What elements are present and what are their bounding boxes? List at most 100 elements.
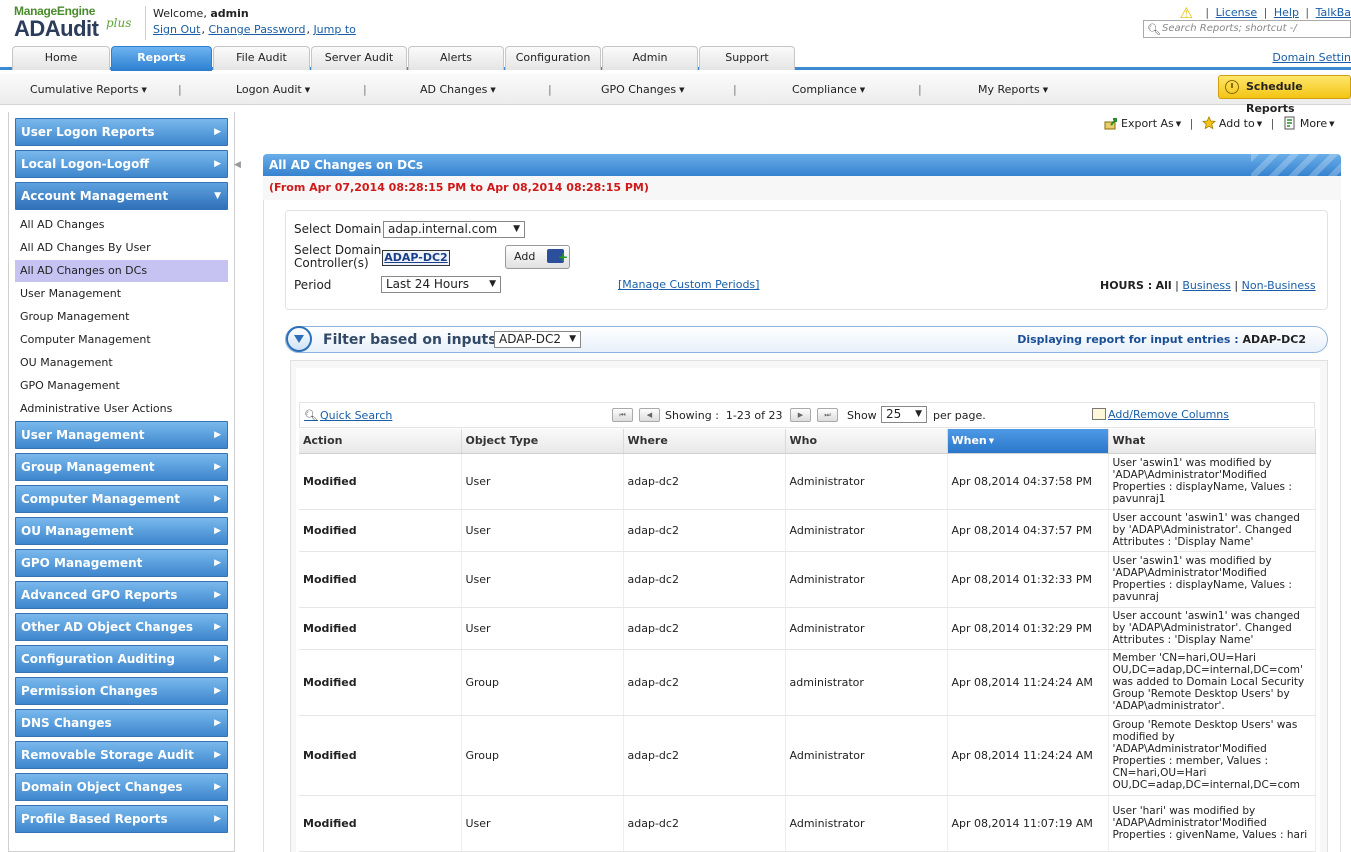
sidebar-section-profile-based-reports[interactable]: Profile Based Reports ▶ (15, 805, 228, 833)
hours-label: HOURS : (1100, 279, 1153, 292)
sidebar-section-other-ad-object-changes[interactable]: Other AD Object Changes ▶ (15, 613, 228, 641)
column-header-what[interactable]: What (1108, 429, 1316, 454)
manage-custom-periods-link[interactable]: [Manage Custom Periods] (618, 278, 759, 291)
sidebar-section-group-management[interactable]: Group Management ▶ (15, 453, 228, 481)
prev-page-button[interactable]: ◀ (639, 408, 660, 422)
sidebar-section-user-management[interactable]: User Management ▶ (15, 421, 228, 449)
tab-admin[interactable]: Admin (602, 46, 698, 70)
column-header-where[interactable]: Where (623, 429, 786, 454)
quick-search-link[interactable]: 🔍︎ Quick Search (304, 409, 392, 422)
sidebar-item-all-ad-changes-on-dcs[interactable]: All AD Changes on DCs (15, 260, 228, 282)
sidebar-item-all-ad-changes[interactable]: All AD Changes (15, 214, 228, 236)
column-header-action[interactable]: Action (299, 429, 462, 454)
sidebar-section-label: GPO Management (21, 556, 143, 570)
sidebar-item-group-management[interactable]: Group Management (15, 306, 228, 328)
sidebar-item-user-management[interactable]: User Management (15, 283, 228, 305)
filter-input-select[interactable]: ADAP-DC2 ▼ (494, 331, 581, 348)
table-row[interactable]: Modified Group adap-dc2 administrator Ap… (299, 649, 1316, 716)
add-remove-columns-link[interactable]: Add/Remove Columns (1092, 408, 1229, 421)
sidebar-item-administrative-user-actions[interactable]: Administrative User Actions (15, 398, 228, 420)
sidebar-section-local-logon-logoff[interactable]: Local Logon-Logoff ▶ (15, 150, 228, 178)
talkback-link[interactable]: TalkBa (1316, 6, 1351, 19)
first-page-button[interactable]: ⏮ (612, 408, 633, 422)
domain-settings-link[interactable]: Domain Settin (1272, 51, 1351, 64)
sidebar-section-gpo-management[interactable]: GPO Management ▶ (15, 549, 228, 577)
sidebar-item-gpo-management[interactable]: GPO Management (15, 375, 228, 397)
export-as-button[interactable]: Export As ▼ (1104, 117, 1181, 130)
sidebar-section-ou-management[interactable]: OU Management ▶ (15, 517, 228, 545)
hours-business-link[interactable]: Business (1182, 279, 1231, 292)
sidebar-section-removable-storage-audit[interactable]: Removable Storage Audit ▶ (15, 741, 228, 769)
column-header-who[interactable]: Who (785, 429, 948, 454)
subnav-compliance[interactable]: Compliance ▼ (792, 83, 865, 96)
sidebar-section-computer-management[interactable]: Computer Management ▶ (15, 485, 228, 513)
sidebar-section-label: Domain Object Changes (21, 780, 183, 794)
sidebar-section-advanced-gpo-reports[interactable]: Advanced GPO Reports ▶ (15, 581, 228, 609)
cell-what: User account 'aswin1' was changed by 'AD… (1108, 509, 1316, 552)
sidebar-section-label: User Logon Reports (21, 125, 155, 139)
show-label: Show (847, 409, 877, 422)
table-header-row: Action Object Type Where Who When ▼ What (299, 429, 1316, 454)
add-dc-button[interactable]: Add (505, 245, 570, 269)
page-size-select[interactable]: 25 ▼ (881, 406, 927, 423)
change-password-link[interactable]: Change Password (208, 23, 305, 36)
tab-reports[interactable]: Reports (111, 46, 212, 71)
column-header-object-type[interactable]: Object Type (461, 429, 624, 454)
pagination-info: Showing : 1-23 of 23 (665, 409, 782, 422)
sidebar-collapse-handle[interactable]: ◀ (234, 160, 241, 178)
subnav-my-reports[interactable]: My Reports ▼ (978, 83, 1048, 96)
cell-when: Apr 08,2014 04:37:58 PM (947, 453, 1109, 510)
sidebar-item-computer-management[interactable]: Computer Management (15, 329, 228, 351)
adaudit-logo[interactable]: ManageEngine ADAudit plus (14, 4, 138, 44)
sign-out-link[interactable]: Sign Out (153, 23, 200, 36)
dropdown-arrow-icon: ▼ (915, 409, 922, 419)
subnav-cumulative-reports[interactable]: Cumulative Reports ▼ (30, 83, 147, 96)
chevron-down-icon: ▼ (214, 191, 221, 201)
hours-all[interactable]: All (1156, 279, 1172, 292)
subnav-divider: | (548, 83, 552, 96)
tab-support[interactable]: Support (699, 46, 795, 70)
more-button[interactable]: More ▼ (1283, 116, 1335, 130)
tab-file-audit[interactable]: File Audit (213, 46, 310, 70)
table-row[interactable]: Modified User adap-dc2 Administrator Apr… (299, 551, 1316, 608)
selected-dc-link[interactable]: ADAP-DC2 (382, 250, 450, 266)
tab-configuration[interactable]: Configuration (505, 46, 601, 70)
subnav-logon-audit[interactable]: Logon Audit ▼ (236, 83, 310, 96)
quick-search-label: Quick Search (319, 409, 393, 422)
domain-select[interactable]: adap.internal.com ▼ (383, 221, 525, 238)
subnav-gpo-changes[interactable]: GPO Changes ▼ (601, 83, 685, 96)
add-to-button[interactable]: Add to ▼ (1201, 116, 1262, 130)
table-row[interactable]: Modified User adap-dc2 Administrator Apr… (299, 607, 1316, 650)
sidebar-item-ou-management[interactable]: OU Management (15, 352, 228, 374)
select-dc-label: Select Domain Controller(s) (294, 244, 381, 270)
sidebar-section-user-logon-reports[interactable]: User Logon Reports ▶ (15, 118, 228, 146)
sidebar-section-dns-changes[interactable]: DNS Changes ▶ (15, 709, 228, 737)
sidebar-section-permission-changes[interactable]: Permission Changes ▶ (15, 677, 228, 705)
schedule-reports-button[interactable]: Schedule Reports (1218, 75, 1351, 115)
tab-home[interactable]: Home (12, 46, 110, 70)
sidebar-item-all-ad-changes-by-user[interactable]: All AD Changes By User (15, 237, 228, 259)
cell-who: Administrator (785, 551, 948, 608)
sidebar-section-domain-object-changes[interactable]: Domain Object Changes ▶ (15, 773, 228, 801)
search-icon: 🔍︎ (1147, 23, 1161, 36)
help-link[interactable]: Help (1274, 6, 1299, 19)
tab-alerts[interactable]: Alerts (408, 46, 504, 70)
subnav-ad-changes[interactable]: AD Changes ▼ (420, 83, 496, 96)
last-page-button[interactable]: ⏭ (817, 408, 838, 422)
search-reports-input[interactable]: 🔍︎ Search Reports; shortcut -/ (1143, 20, 1351, 38)
sidebar-section-account-management[interactable]: Account Management ▼ (15, 182, 228, 210)
table-row[interactable]: Modified User adap-dc2 Administrator Apr… (299, 509, 1316, 552)
period-select[interactable]: Last 24 Hours ▼ (381, 276, 501, 293)
sidebar-section-configuration-auditing[interactable]: Configuration Auditing ▶ (15, 645, 228, 673)
license-link[interactable]: License (1216, 6, 1257, 19)
hours-non-business-link[interactable]: Non-Business (1242, 279, 1316, 292)
next-page-button[interactable]: ▶ (790, 408, 811, 422)
jump-to-link[interactable]: Jump to (313, 23, 355, 36)
column-header-when[interactable]: When ▼ (947, 429, 1109, 454)
schedule-reports-label: Schedule Reports (1246, 80, 1303, 115)
tab-server-audit[interactable]: Server Audit (311, 46, 407, 70)
table-row[interactable]: Modified User adap-dc2 Administrator Apr… (299, 453, 1316, 510)
table-row[interactable]: Modified User adap-dc2 Administrator Apr… (299, 795, 1316, 852)
table-row[interactable]: Modified Group adap-dc2 Administrator Ap… (299, 715, 1316, 796)
caret-down-icon: ▼ (304, 86, 311, 94)
